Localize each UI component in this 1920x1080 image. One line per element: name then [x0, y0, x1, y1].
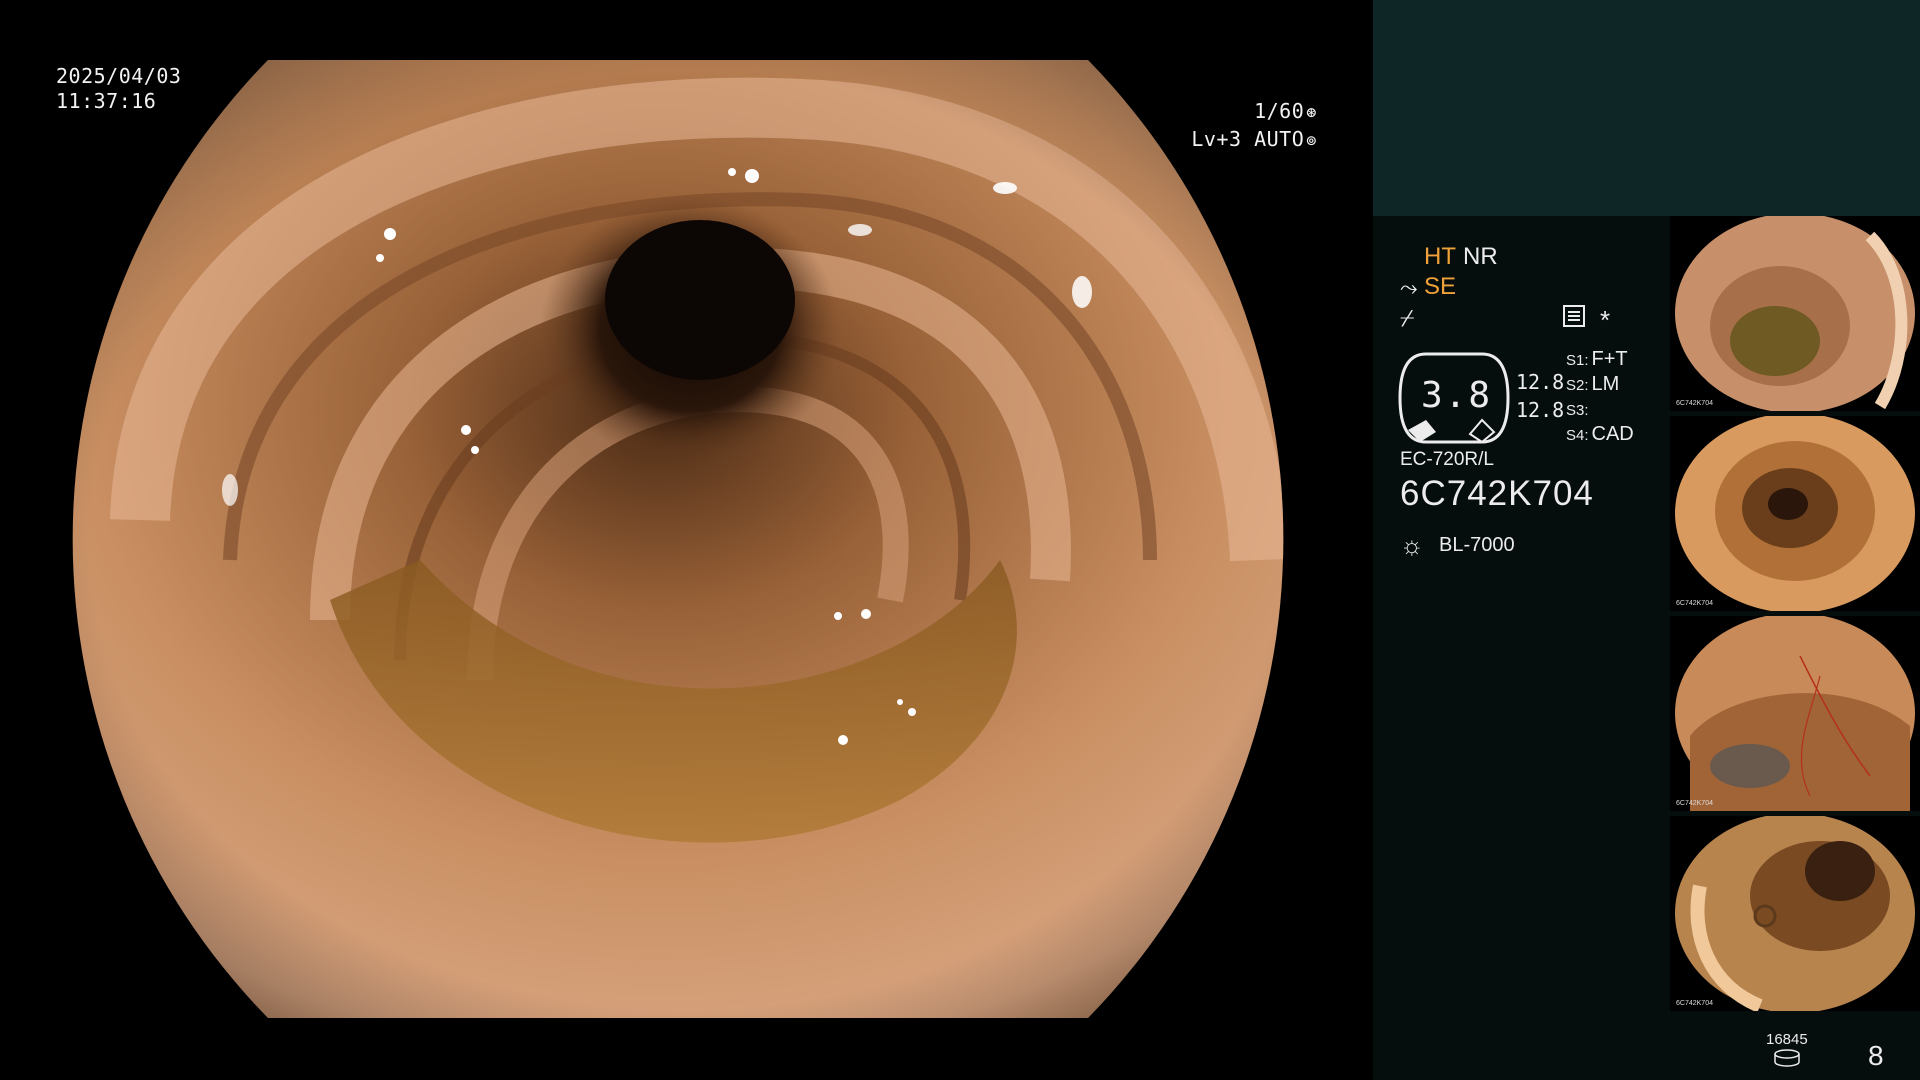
thumbnail-2-caption: 6C742K704 — [1676, 600, 1713, 607]
scope-serial: 6C742K704 — [1400, 474, 1594, 513]
exam-date: 2025/04/03 — [56, 64, 182, 88]
switch-1: S1: F+T — [1566, 348, 1628, 371]
shutter-speed: 1/60 ⊛ — [1254, 99, 1317, 126]
value-2: 12.8 — [1516, 398, 1565, 422]
thumbnail-3-caption: 6C742K704 — [1676, 800, 1713, 807]
switch-3: S3: — [1566, 398, 1592, 421]
thumbnail-4-image — [1675, 816, 1915, 1011]
iris-icon: ⊚ — [1306, 131, 1317, 151]
captured-image-count: 8 — [1868, 1040, 1884, 1071]
panel-header-block — [1373, 0, 1920, 216]
endoscope-view: 2025/04/03 11:37:16 1/60 ⊛ Lv+3 AUTO ⊚ — [0, 0, 1373, 1080]
thumbnail-4-caption: 6C742K704 — [1676, 1000, 1713, 1007]
thumbnail-3-image — [1675, 616, 1915, 811]
switch-4: S4: CAD — [1566, 423, 1634, 446]
scope-model: EC-720R/L — [1400, 449, 1494, 470]
thumbnail-4[interactable]: 6C742K704 — [1670, 816, 1920, 1011]
settings-list-icon — [1563, 305, 1585, 332]
switch-4-value: CAD — [1591, 423, 1634, 445]
switch-2-value: LM — [1591, 373, 1620, 395]
storage-count: 16845 — [1766, 1031, 1808, 1048]
colon-lumen-image — [72, 60, 1284, 1018]
iris-level: Lv+3 AUTO ⊚ — [1191, 127, 1317, 154]
value-1: 12.8 — [1516, 370, 1565, 394]
thumbnail-1[interactable]: 6C742K704 — [1670, 216, 1920, 411]
zoom-value: 3.8 — [1421, 375, 1493, 416]
switch-2-key: S2: — [1566, 377, 1589, 394]
shutter-label: 1/60 — [1254, 99, 1305, 123]
light-source-icon: ☼ — [1400, 530, 1424, 560]
thumbnail-1-image — [1675, 216, 1915, 411]
se-indicator: SE — [1424, 273, 1457, 300]
switch-1-value: F+T — [1591, 348, 1628, 370]
thumbnail-3[interactable]: 6C742K704 — [1670, 616, 1920, 811]
aperture-icon: ⊛ — [1306, 103, 1317, 123]
switch-3-key: S3: — [1566, 402, 1589, 419]
switch-2: S2: LM — [1566, 373, 1619, 396]
thumbnail-2[interactable]: 6C742K704 — [1670, 416, 1920, 611]
ht-indicator: HT — [1424, 243, 1456, 270]
switch-1-key: S1: — [1566, 352, 1589, 369]
thumbnail-1-caption: 6C742K704 — [1676, 400, 1713, 407]
exam-time: 11:37:16 — [56, 89, 157, 113]
iris-label: Lv+3 AUTO — [1191, 127, 1305, 151]
nr-indicator: NR — [1463, 243, 1498, 270]
light-source-model: BL-7000 — [1439, 534, 1515, 556]
thumbnail-2-image — [1675, 416, 1915, 611]
asterisk-icon: * — [1600, 305, 1611, 335]
storage-disk-icon — [1774, 1049, 1800, 1067]
freeze-icon: ⌿ — [1400, 305, 1415, 332]
switch-4-key: S4: — [1566, 427, 1589, 444]
scope-tip-icon: ⤳ — [1400, 275, 1418, 300]
